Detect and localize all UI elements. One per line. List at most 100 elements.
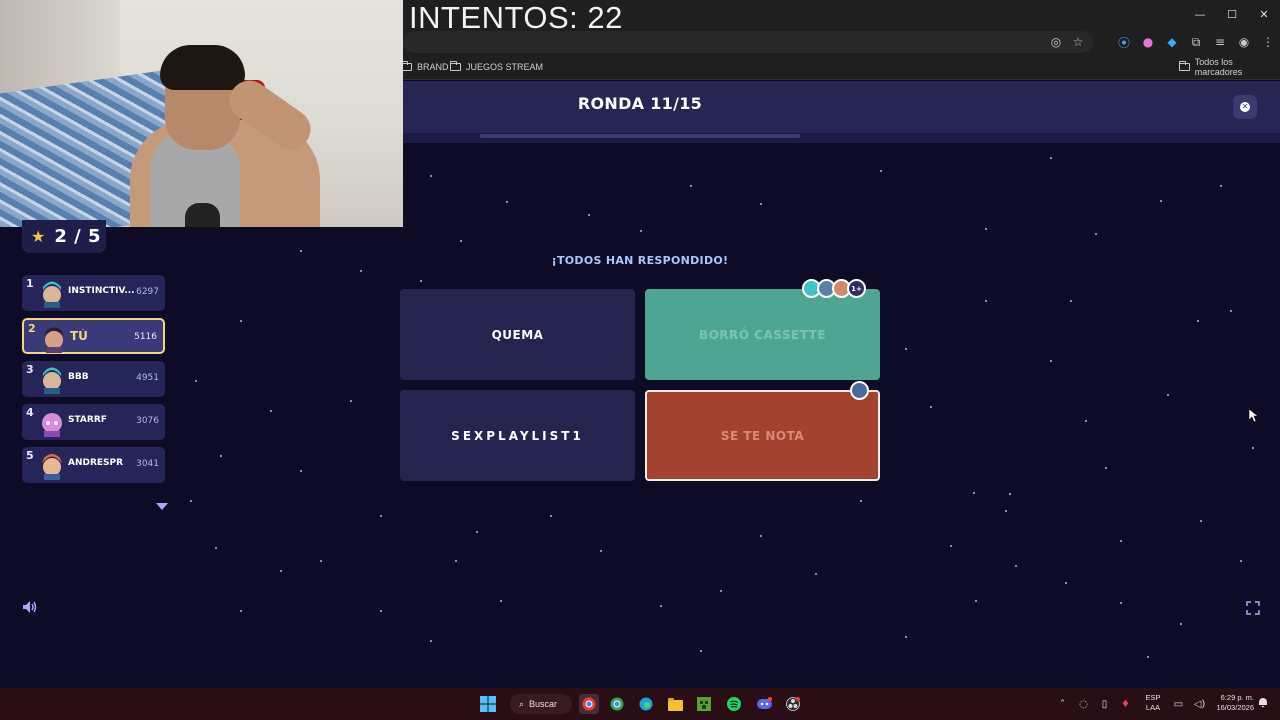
close-game-button[interactable]: ✕	[1233, 95, 1257, 119]
extension-icon[interactable]: ◆	[1160, 32, 1184, 52]
leaderboard-rank: 2	[28, 322, 36, 335]
star-dot	[240, 610, 242, 612]
answer-option-1[interactable]: QUEMA	[400, 289, 635, 380]
star-dot	[420, 280, 422, 282]
maximize-button[interactable]: ☐	[1216, 0, 1248, 28]
obs-icon[interactable]	[783, 694, 803, 714]
star-dot	[1200, 520, 1202, 522]
star-dot	[860, 500, 862, 502]
bookmark-brand[interactable]: BRAND	[401, 58, 449, 76]
leaderboard-item: 1 INSTINCTIV... 6297	[22, 275, 165, 311]
leaderboard-rank: 5	[26, 449, 34, 462]
voter-avatar	[850, 381, 869, 400]
star-dot	[1105, 467, 1107, 469]
windows-start-icon[interactable]	[478, 694, 498, 714]
more-voters-badge: 1+	[847, 279, 866, 298]
tray-app-icon[interactable]: ◌	[1073, 699, 1094, 710]
taskbar-search-label: Buscar	[529, 699, 558, 709]
all-bookmarks[interactable]: Todos los marcadores	[1179, 57, 1280, 77]
search-icon: ⌕	[519, 698, 525, 709]
folder-icon	[1179, 61, 1190, 71]
discord-icon[interactable]	[754, 694, 774, 714]
star-dot	[1015, 565, 1017, 567]
monitor-icon[interactable]: ▭	[1168, 699, 1189, 710]
notification-bell-icon[interactable]	[1257, 697, 1269, 709]
chevron-down-icon[interactable]	[156, 503, 168, 510]
taskbar-search[interactable]: ⌕ Buscar	[510, 694, 572, 714]
language-indicator[interactable]: ESP LAA	[1142, 693, 1164, 713]
star-dot	[300, 470, 302, 472]
chrome-icon[interactable]	[607, 694, 627, 714]
microphone-icon[interactable]: ♦	[1115, 699, 1136, 710]
star-dot	[1252, 447, 1254, 449]
answer-label: SEXPLAYLIST1	[451, 428, 584, 443]
round-progress-track	[480, 134, 800, 138]
minimize-button[interactable]: —	[1184, 0, 1216, 28]
window-controls: — ☐ ✕	[1184, 0, 1280, 28]
usb-icon[interactable]: ▯	[1094, 699, 1115, 710]
profile-avatar[interactable]: ◉	[1232, 32, 1256, 52]
clock-date: 16/03/2026	[1216, 703, 1254, 712]
star-dot	[550, 515, 552, 517]
attempts-counter: INTENTOS: 22	[409, 0, 623, 35]
chevron-up-icon[interactable]: ˄	[1052, 699, 1073, 710]
answer-option-4[interactable]: SE TE NOTA	[645, 390, 880, 481]
avatar	[43, 281, 61, 308]
star-dot	[1065, 582, 1067, 584]
chrome-icon[interactable]	[579, 694, 599, 714]
star-dot	[985, 228, 987, 230]
edge-icon[interactable]	[636, 694, 656, 714]
answer-option-3[interactable]: SEXPLAYLIST1	[400, 390, 635, 481]
file-explorer-icon[interactable]	[665, 694, 685, 714]
bookmark-star-icon[interactable]: ☆	[1067, 32, 1089, 52]
star-dot	[760, 535, 762, 537]
star-dot	[270, 410, 272, 412]
avatar	[43, 367, 61, 394]
close-window-button[interactable]: ✕	[1248, 0, 1280, 28]
answer-label: SE TE NOTA	[720, 428, 805, 443]
answer-option-2[interactable]: BORRÓ CASSETTE	[645, 289, 880, 380]
minecraft-icon[interactable]	[694, 694, 714, 714]
leaderboard-name: INSTINCTIV...	[68, 286, 135, 296]
leaderboard-item: 4 STARRF 3076	[22, 404, 165, 440]
star-dot	[690, 185, 692, 187]
fullscreen-icon[interactable]	[1246, 601, 1260, 615]
star-dot	[880, 170, 882, 172]
bookmark-juegos-stream[interactable]: JUEGOS STREAM	[450, 58, 543, 76]
more-menu-icon[interactable]: ⋮	[1256, 32, 1280, 52]
star-dot	[460, 240, 462, 242]
leaderboard-rank: 3	[26, 363, 34, 376]
speaker-icon[interactable]	[22, 600, 38, 614]
star-dot	[215, 547, 217, 549]
leaderboard-score: 3076	[136, 416, 159, 426]
taskbar-clock[interactable]: 6:29 p. m. 16/03/2026	[1204, 693, 1254, 713]
star-dot	[1230, 310, 1232, 312]
answer-voters: 1+	[802, 279, 866, 298]
clock-time: 6:29 p. m.	[1220, 693, 1254, 702]
puzzle-icon[interactable]: ⧉	[1184, 32, 1208, 52]
avatar	[45, 327, 63, 353]
star-dot	[905, 636, 907, 638]
star-dot	[500, 600, 502, 602]
star-dot	[476, 531, 478, 533]
star-dot	[588, 214, 590, 216]
leaderboard-name: STARRF	[68, 415, 107, 425]
answer-voters	[850, 381, 869, 400]
star-dot	[760, 203, 762, 205]
star-dot	[905, 348, 907, 350]
leaderboard-item: 3 BBB 4951	[22, 361, 165, 397]
spotify-icon[interactable]	[724, 694, 744, 714]
leaderboard-name: TÚ	[70, 329, 88, 343]
tab-list-icon[interactable]: ≡	[1208, 32, 1232, 52]
mouse-cursor-icon	[1249, 409, 1259, 423]
bookmark-label: BRAND	[417, 62, 449, 72]
star-dot	[280, 570, 282, 572]
avatar	[42, 413, 62, 437]
extension-icon[interactable]: ⦿	[1112, 32, 1136, 52]
answer-label: BORRÓ CASSETTE	[698, 327, 827, 342]
star-dot	[195, 380, 197, 382]
star-dot	[380, 515, 382, 517]
extension-icon[interactable]: ●	[1136, 32, 1160, 52]
eye-off-icon[interactable]: ◎	[1045, 32, 1067, 52]
leaderboard-score: 3041	[136, 459, 159, 469]
